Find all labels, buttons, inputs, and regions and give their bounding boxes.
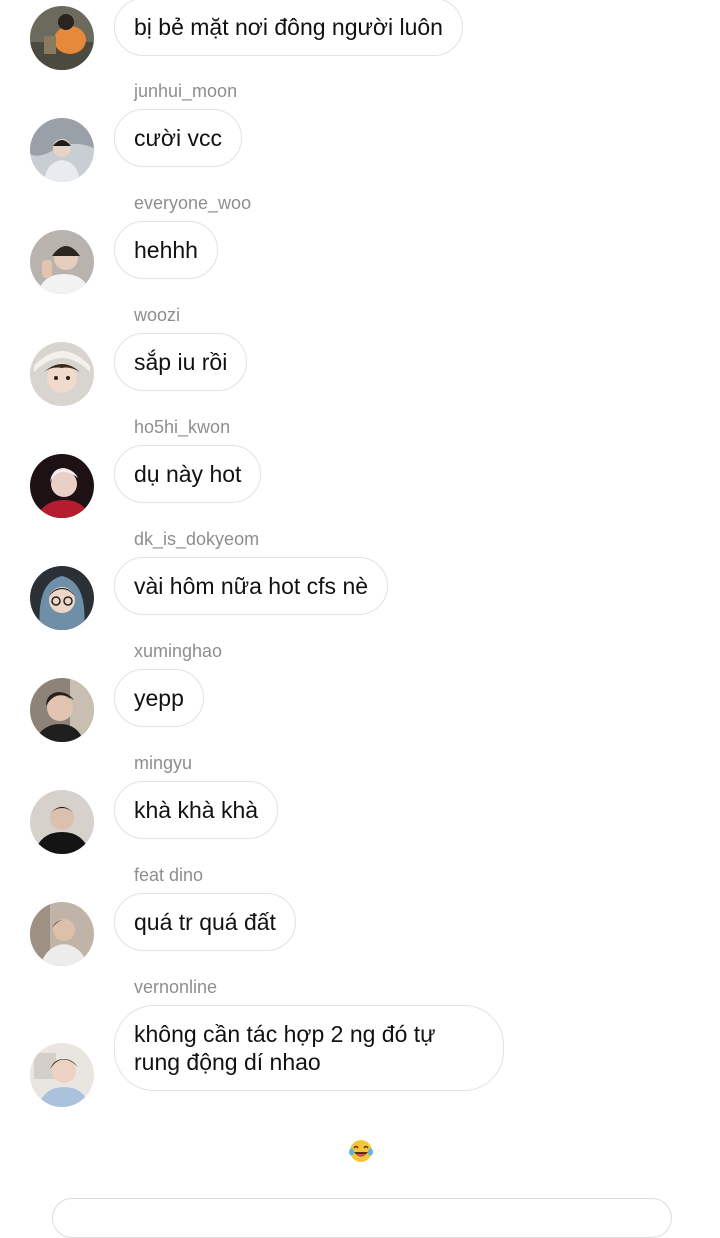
message-text: vài hôm nữa hot cfs nè [134, 573, 369, 599]
avatar[interactable] [30, 902, 94, 966]
message-bubble[interactable]: không cần tác hợp 2 ng đó tự rung động d… [114, 1005, 504, 1091]
chat-thread: bị bẻ mặt nơi đông người luôn junhui_moo… [0, 0, 720, 1238]
avatar[interactable] [30, 6, 94, 70]
message-text: quá tr quá đất [134, 909, 276, 935]
avatar[interactable] [30, 790, 94, 854]
sender-name: ho5hi_kwon [134, 417, 231, 437]
message-text: yepp [134, 685, 184, 711]
message-text: sắp iu rồi [134, 349, 228, 375]
sender-name: xuminghao [134, 641, 223, 661]
message-text: cười vcc [134, 125, 222, 151]
avatar[interactable] [30, 342, 94, 406]
laughing-tears-emoji-icon[interactable] [348, 1138, 374, 1164]
avatar[interactable] [30, 454, 94, 518]
message-composer[interactable] [52, 1198, 672, 1238]
sender-name: everyone_woo [134, 193, 252, 213]
avatar[interactable] [30, 678, 94, 742]
message-text: bị bẻ mặt nơi đông người luôn [134, 14, 443, 40]
avatar[interactable] [30, 230, 94, 294]
message-bubble[interactable]: dụ này hot [114, 445, 262, 503]
sender-name: vernonline [134, 977, 218, 997]
message-text: không cần tác hợp 2 ng đó tự rung động d… [134, 1021, 436, 1075]
sender-name: dk_is_dokyeom [134, 529, 260, 549]
message-bubble[interactable]: yepp [114, 669, 204, 727]
message-text: hehhh [134, 237, 198, 263]
message-bubble[interactable]: vài hôm nữa hot cfs nè [114, 557, 389, 615]
sender-name: woozi [134, 305, 181, 325]
message-bubble[interactable]: bị bẻ mặt nơi đông người luôn [114, 0, 463, 56]
message-bubble[interactable]: hehhh [114, 221, 218, 279]
message-bubble[interactable]: khà khà khà [114, 781, 279, 839]
avatar[interactable] [30, 118, 94, 182]
message-bubble[interactable]: quá tr quá đất [114, 893, 296, 951]
avatar[interactable] [30, 1043, 94, 1107]
message-bubble[interactable]: sắp iu rồi [114, 333, 248, 391]
sender-name: feat dino [134, 865, 204, 885]
avatar[interactable] [30, 566, 94, 630]
message-text: khà khà khà [134, 797, 259, 823]
message-text: dụ này hot [134, 461, 242, 487]
sender-name: junhui_moon [134, 81, 238, 101]
message-bubble[interactable]: cười vcc [114, 109, 242, 167]
sender-name: mingyu [134, 753, 193, 773]
